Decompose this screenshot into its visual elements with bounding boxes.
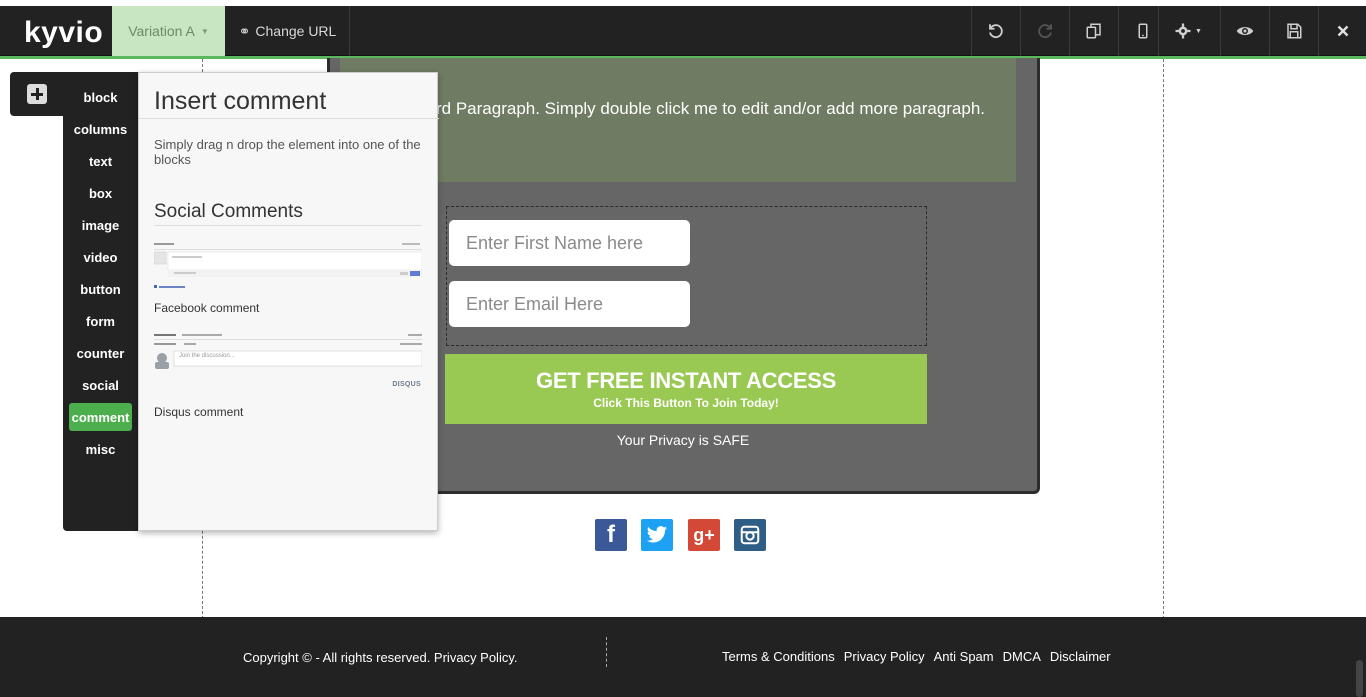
footer-link-antispam[interactable]: Anti Spam [934, 649, 994, 664]
top-toolbar: kyvio Variation A ▼ ⚭ Change URL ▼ [0, 6, 1366, 56]
change-url-label: Change URL [255, 23, 337, 39]
section-title: Social Comments [154, 201, 303, 222]
variation-dropdown[interactable]: Variation A ▼ [112, 6, 225, 56]
copy-button[interactable] [1069, 6, 1118, 56]
footer-link-dmca[interactable]: DMCA [1003, 649, 1041, 664]
gear-icon [1175, 23, 1191, 39]
disqus-comment-widget[interactable]: Join the discussion... DISQUS [154, 331, 422, 395]
insert-comment-panel: Insert comment Simply drag n drop the el… [138, 72, 439, 531]
disqus-brand-label: DISQUS [392, 381, 421, 388]
save-button[interactable] [1269, 6, 1318, 56]
optin-form[interactable]: Enter First Name here Enter Email Here [446, 206, 927, 346]
footer-link-disclaimer[interactable]: Disclaimer [1050, 649, 1111, 664]
eye-icon [1236, 27, 1254, 35]
preview-button[interactable] [1220, 6, 1269, 56]
sidebar-item-misc[interactable]: misc [69, 435, 132, 463]
plus-icon [26, 84, 47, 104]
undo-icon [989, 24, 1003, 39]
facebook-icon[interactable]: f [595, 519, 627, 551]
sidebar-item-button[interactable]: button [69, 275, 132, 303]
close-icon [1337, 25, 1349, 37]
email-field[interactable]: Enter Email Here [449, 281, 690, 327]
sidebar-item-social[interactable]: social [69, 371, 132, 399]
footer-link-terms[interactable]: Terms & Conditions [722, 649, 835, 664]
link-icon: ⚭ [238, 22, 251, 39]
first-name-field[interactable]: Enter First Name here [449, 220, 690, 266]
divider [154, 225, 422, 226]
copy-icon [1086, 23, 1101, 39]
sidebar-item-image[interactable]: image [69, 211, 132, 239]
scrollbar[interactable] [1356, 660, 1363, 697]
paragraph-block[interactable] [340, 58, 1016, 182]
sidebar-item-box[interactable]: box [69, 179, 132, 207]
panel-title: Insert comment [154, 87, 327, 115]
change-url-button[interactable]: ⚭ Change URL [226, 6, 350, 56]
page-footer: Copyright © - All rights reserved. Priva… [0, 617, 1366, 697]
facebook-comment-widget[interactable] [153, 241, 423, 291]
sidebar-item-comment[interactable]: comment [69, 403, 132, 431]
redo-button[interactable] [1020, 6, 1069, 56]
get-access-button[interactable]: GET FREE INSTANT ACCESS Click This Butto… [445, 354, 927, 424]
settings-dropdown[interactable]: ▼ [1158, 6, 1217, 56]
footer-divider [606, 637, 607, 667]
facebook-comment-label: Facebook comment [154, 301, 260, 315]
twitter-icon[interactable] [641, 519, 673, 551]
redo-icon [1038, 24, 1052, 39]
chevron-down-icon: ▼ [1195, 27, 1202, 35]
save-icon [1287, 23, 1302, 39]
cta-title: GET FREE INSTANT ACCESS [536, 368, 836, 393]
sidebar-item-counter[interactable]: counter [69, 339, 132, 367]
cta-subtitle: Click This Button To Join Today! [593, 396, 779, 410]
close-button[interactable] [1318, 6, 1366, 56]
variation-label: Variation A [128, 23, 195, 39]
footer-copyright: Copyright © - All rights reserved. Priva… [243, 650, 518, 665]
element-category-menu: block columns text box image video butto… [63, 72, 139, 531]
sidebar-item-form[interactable]: form [69, 307, 132, 335]
disqus-comment-label: Disqus comment [154, 405, 244, 419]
sidebar-item-text[interactable]: text [69, 147, 132, 175]
undo-button[interactable] [971, 6, 1020, 56]
editor-root: kyvio Variation A ▼ ⚭ Change URL ▼ stand… [0, 0, 1366, 697]
panel-description: Simply drag n drop the element into one … [154, 137, 421, 167]
chevron-down-icon: ▼ [200, 26, 209, 36]
right-guide-line [1163, 59, 1164, 619]
footer-link-privacy[interactable]: Privacy Policy [844, 649, 925, 664]
mobile-icon [1138, 23, 1148, 39]
footer-links: Terms & Conditions Privacy Policy Anti S… [722, 649, 1111, 664]
disqus-input-placeholder: Join the discussion... [179, 353, 235, 359]
sidebar-item-video[interactable]: video [69, 243, 132, 271]
divider [139, 118, 439, 119]
google-plus-icon[interactable]: g+ [688, 519, 720, 551]
sidebar-item-columns[interactable]: columns [69, 115, 132, 143]
sidebar-item-block[interactable]: block [69, 83, 132, 111]
kyvio-logo: kyvio [24, 16, 104, 49]
add-element-toggle[interactable] [10, 72, 63, 116]
instagram-icon[interactable] [734, 519, 766, 551]
